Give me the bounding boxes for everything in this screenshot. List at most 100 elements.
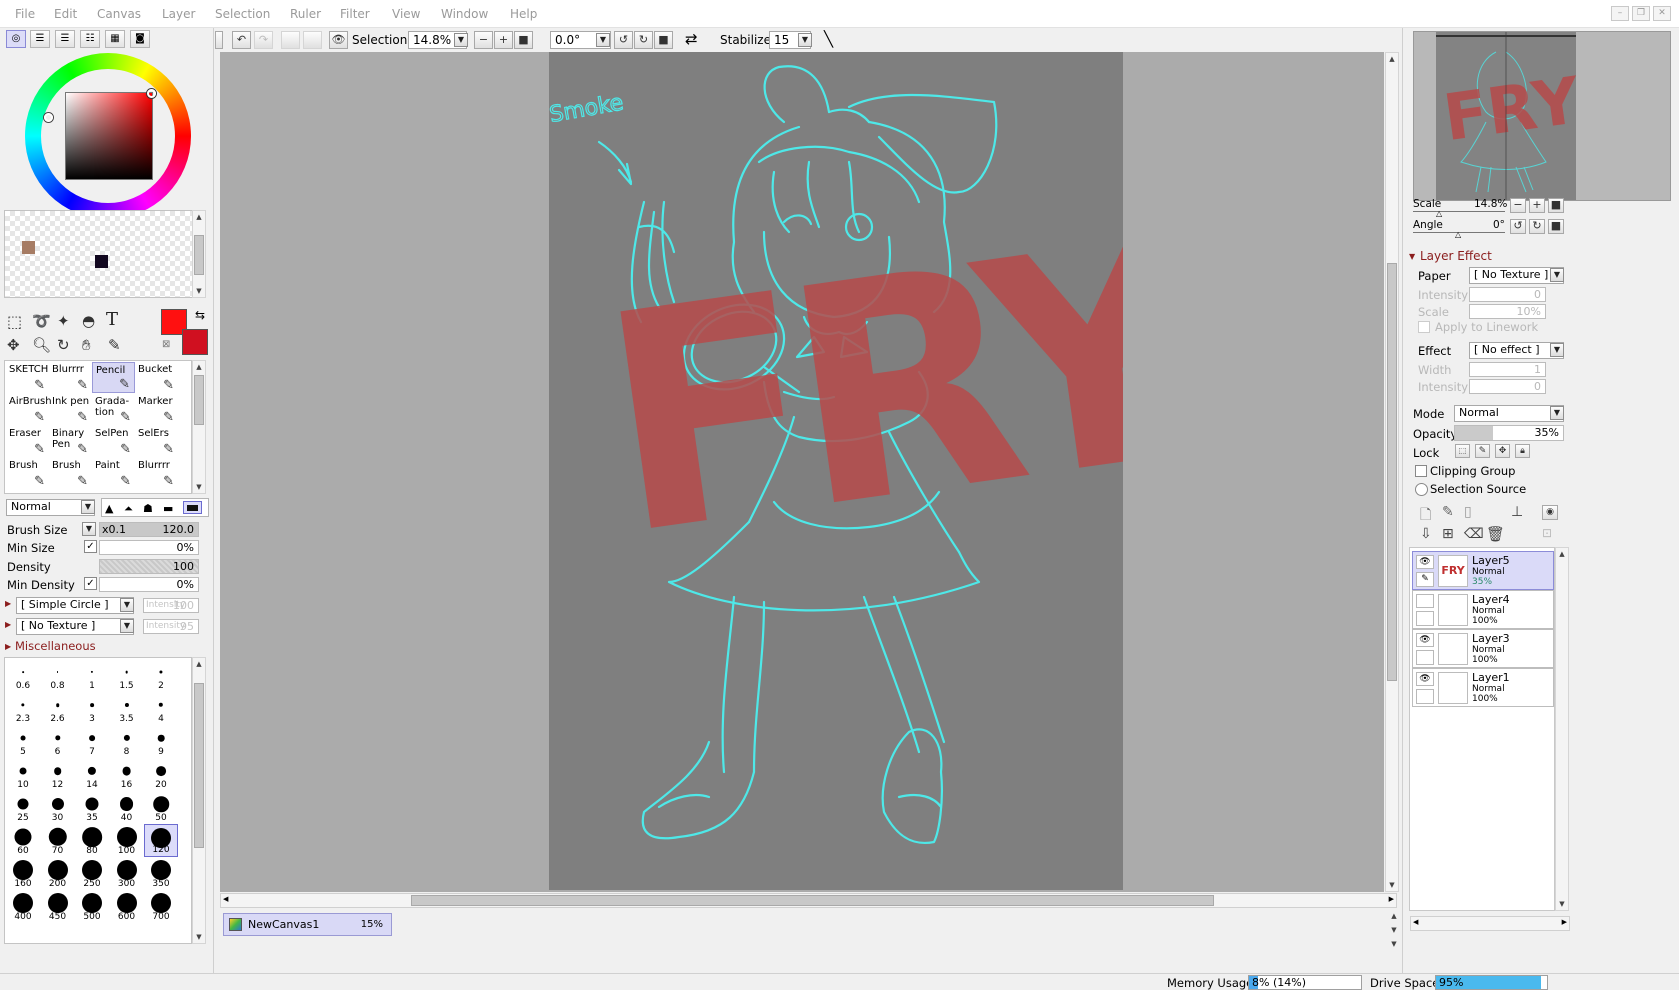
- selection-source-radio[interactable]: [1415, 483, 1428, 496]
- new-layer-icon[interactable]: 🗋: [1420, 504, 1431, 528]
- menu-layer[interactable]: Layer: [162, 7, 195, 21]
- new-linework-layer-icon[interactable]: ✎: [1442, 504, 1454, 520]
- brush-size-preset[interactable]: 3.5: [110, 692, 144, 725]
- brush-size-preset[interactable]: 2: [144, 659, 178, 692]
- tool-blurrrr[interactable]: Blurrrr ✎: [135, 458, 178, 489]
- lasso-icon[interactable]: ➰: [32, 312, 51, 330]
- tool-selers[interactable]: SelErs ✎: [135, 426, 178, 457]
- brush-size-preset[interactable]: 20: [144, 758, 178, 791]
- visibility-eye-icon[interactable]: [1416, 594, 1434, 608]
- tool-airbrush[interactable]: AirBrush ✎: [6, 394, 52, 425]
- menu-selection[interactable]: Selection: [215, 7, 270, 21]
- magic-wand-icon[interactable]: ✦: [57, 312, 70, 330]
- color-wheel-mode-button[interactable]: ◎: [6, 30, 26, 48]
- canvas-vertical-scrollbar[interactable]: ▲ ▼: [1385, 52, 1399, 892]
- rgb-slider-mode-button[interactable]: ☰: [30, 30, 50, 48]
- layer-opacity-slider[interactable]: 35%: [1454, 425, 1564, 441]
- expand-shape-icon[interactable]: ▶: [5, 599, 11, 608]
- brush-size-preset[interactable]: 1: [75, 659, 109, 692]
- tool-inkpen[interactable]: Ink pen ✎: [49, 394, 92, 425]
- tool-selpen[interactable]: SelPen ✎: [92, 426, 135, 457]
- brush-size-preset[interactable]: 160: [6, 857, 40, 890]
- tool-gradation[interactable]: Grada- tion ✎: [92, 394, 135, 425]
- nav-zoom-in-icon[interactable]: +: [1529, 198, 1545, 213]
- layer-transform-icon[interactable]: ⊥: [1511, 504, 1523, 520]
- menu-canvas[interactable]: Canvas: [97, 7, 141, 21]
- brush-size-preset[interactable]: 100: [110, 824, 144, 857]
- chevron-down-icon[interactable]: ▼: [81, 500, 95, 514]
- brush-size-preset[interactable]: 450: [41, 890, 75, 923]
- menu-help[interactable]: Help: [510, 7, 537, 21]
- lock-transparency-icon[interactable]: ⬚: [1455, 444, 1470, 458]
- brush-size-preset[interactable]: 0.6: [6, 659, 40, 692]
- swatch-brown[interactable]: [22, 241, 35, 254]
- nav-rotate-right-icon[interactable]: ↻: [1529, 219, 1545, 234]
- brush-size-preset[interactable]: 0.8: [41, 659, 75, 692]
- menu-window[interactable]: Window: [441, 7, 488, 21]
- new-folder-icon[interactable]: ▯: [1464, 504, 1472, 520]
- transparent-color-icon[interactable]: ⊠: [162, 339, 170, 350]
- brush-size-preset[interactable]: 80: [75, 824, 109, 857]
- layer-mask-icon[interactable]: ◉: [1542, 505, 1558, 520]
- min-size-checkbox[interactable]: ✓: [84, 540, 97, 553]
- rotate-right-icon[interactable]: ↻: [634, 31, 653, 49]
- brush-size-preset[interactable]: 16: [110, 758, 144, 791]
- swatch-scratchpad[interactable]: [4, 210, 197, 298]
- swatch-dark[interactable]: [95, 255, 108, 268]
- navigator-preview[interactable]: FRY: [1413, 31, 1671, 201]
- brush-size-preset[interactable]: 4: [144, 692, 178, 725]
- layer-row[interactable]: 👁︎ Layer1 Normal 100%: [1412, 668, 1554, 707]
- min-density-checkbox[interactable]: ✓: [84, 577, 97, 590]
- layer-options-icon[interactable]: ⊡: [1542, 526, 1552, 540]
- tool-sketch[interactable]: SKETCH ✎: [6, 362, 49, 393]
- nav-zoom-reset-icon[interactable]: ■: [1548, 198, 1564, 213]
- shape-intensity-slider[interactable]: Intensity 100: [143, 598, 199, 613]
- min-size-slider[interactable]: 0%: [99, 540, 199, 555]
- rotate-left-icon[interactable]: ↺: [614, 31, 633, 49]
- menu-filter[interactable]: Filter: [340, 7, 370, 21]
- chevron-down-icon[interactable]: ▼: [1550, 268, 1564, 282]
- redo-icon[interactable]: ↷: [254, 31, 273, 49]
- minimize-button[interactable]: –: [1611, 6, 1629, 21]
- brush-size-preset[interactable]: 500: [75, 890, 109, 923]
- brush-size-preset[interactable]: 30: [41, 791, 75, 824]
- scroll-up-icon[interactable]: ▲: [193, 211, 205, 223]
- size-mult-dropdown[interactable]: ▼: [82, 522, 96, 536]
- layer-edit-icon[interactable]: [1416, 611, 1434, 626]
- brush-size-preset[interactable]: 400: [6, 890, 40, 923]
- layer-edit-icon[interactable]: [1416, 650, 1434, 665]
- clipping-group-checkbox[interactable]: [1415, 465, 1427, 477]
- layer-list-scrollbar[interactable]: ▲ ▼: [1555, 547, 1569, 911]
- brush-size-preset[interactable]: 9: [144, 725, 178, 758]
- tool-bucket[interactable]: Bucket ✎: [135, 362, 178, 393]
- brush-size-preset[interactable]: 2.6: [41, 692, 75, 725]
- rotate-reset-icon[interactable]: ■: [654, 31, 673, 49]
- brush-size-slider[interactable]: x0.1 120.0: [99, 522, 199, 537]
- brush-size-preset[interactable]: 250: [75, 857, 109, 890]
- lock-paint-icon[interactable]: ✎: [1475, 444, 1490, 458]
- scratchpad-mode-button[interactable]: ◙: [130, 30, 150, 48]
- shape-icon[interactable]: ◓: [82, 312, 95, 330]
- rect-select-icon[interactable]: ⬚: [7, 312, 22, 331]
- saturation-value-square[interactable]: [65, 89, 156, 180]
- brush-size-preset[interactable]: 25: [6, 791, 40, 824]
- canvas-horizontal-scrollbar[interactable]: ◀ ▶: [220, 893, 1397, 908]
- undo-icon[interactable]: ↶: [232, 31, 251, 49]
- chevron-down-icon[interactable]: ▼: [1550, 343, 1564, 357]
- layer-row[interactable]: Layer4 Normal 100%: [1412, 590, 1554, 629]
- canvas-paper[interactable]: Smoke FRY: [547, 52, 1228, 890]
- effect-intensity-slider[interactable]: 0: [1469, 379, 1546, 394]
- layer-row[interactable]: 👁︎ ✎ FRY Layer5 Normal 35%: [1412, 551, 1554, 590]
- brush-size-preset[interactable]: 14: [75, 758, 109, 791]
- tool-eraser[interactable]: Eraser ✎: [6, 426, 49, 457]
- visibility-eye-icon[interactable]: 👁︎: [1416, 672, 1434, 686]
- brush-shape-selector[interactable]: ▲ ⏶ ☗ ▬: [101, 498, 209, 517]
- brush-size-preset[interactable]: 2.3: [6, 692, 40, 725]
- brush-size-preset[interactable]: 6: [41, 725, 75, 758]
- tool-brush[interactable]: Brush ✎: [49, 458, 92, 489]
- brush-size-preset[interactable]: 3: [75, 692, 109, 725]
- layer-mode-select[interactable]: Normal: [1454, 405, 1564, 422]
- transfer-down-icon[interactable]: ⇩: [1420, 526, 1432, 542]
- swap-colors-icon[interactable]: ⇆: [195, 308, 205, 322]
- brush-size-preset[interactable]: 350: [144, 857, 178, 890]
